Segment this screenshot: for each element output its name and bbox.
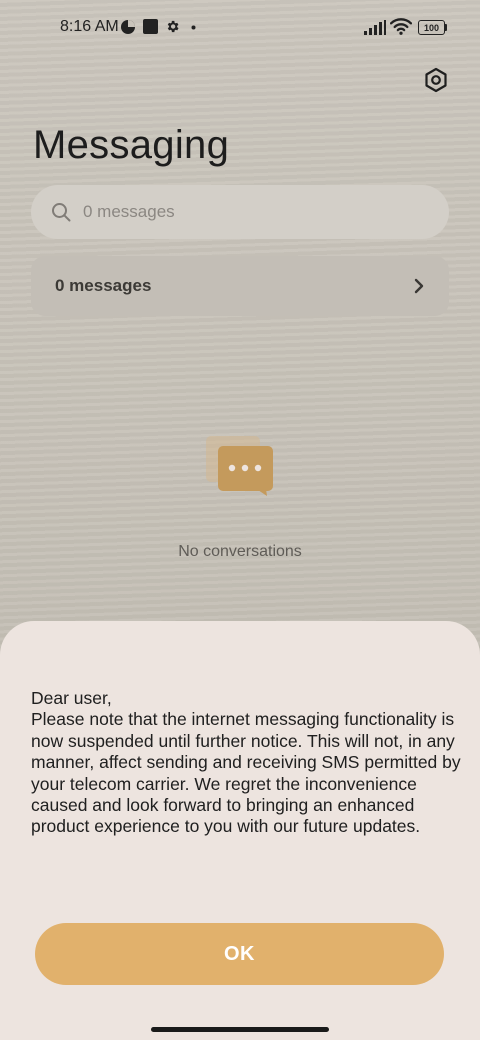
notice-greeting: Dear user, [31,688,112,708]
search-bar[interactable]: 0 messages [31,185,449,239]
empty-state-text: No conversations [178,543,302,560]
ok-button[interactable]: OK [35,923,444,985]
dot-icon [191,25,196,30]
messages-count-label: 0 messages [55,276,152,295]
wifi-icon [390,18,412,35]
data-saver-icon [121,20,135,34]
chevron-right-icon [414,278,424,294]
page-title: Messaging [33,123,230,167]
notice-dialog-message: Dear user, Please note that the internet… [31,688,461,838]
battery-level: 100 [423,22,440,33]
battery-icon: 100 [418,20,448,35]
settings-button[interactable] [420,64,452,96]
chat-bubbles-icon [206,436,273,496]
gear-icon [167,20,179,33]
search-icon [52,203,71,222]
search-input[interactable]: 0 messages [83,202,175,222]
settings-hex-icon [425,67,447,93]
status-bar: 8:16 AM 100 [0,0,480,56]
stop-icon [143,19,158,34]
home-indicator[interactable] [151,1027,329,1032]
messages-summary-row[interactable]: 0 messages [31,256,449,316]
signal-icon [364,20,386,35]
status-time: 8:16 AM [60,18,119,35]
notice-body: Please note that the internet messaging … [31,709,461,837]
